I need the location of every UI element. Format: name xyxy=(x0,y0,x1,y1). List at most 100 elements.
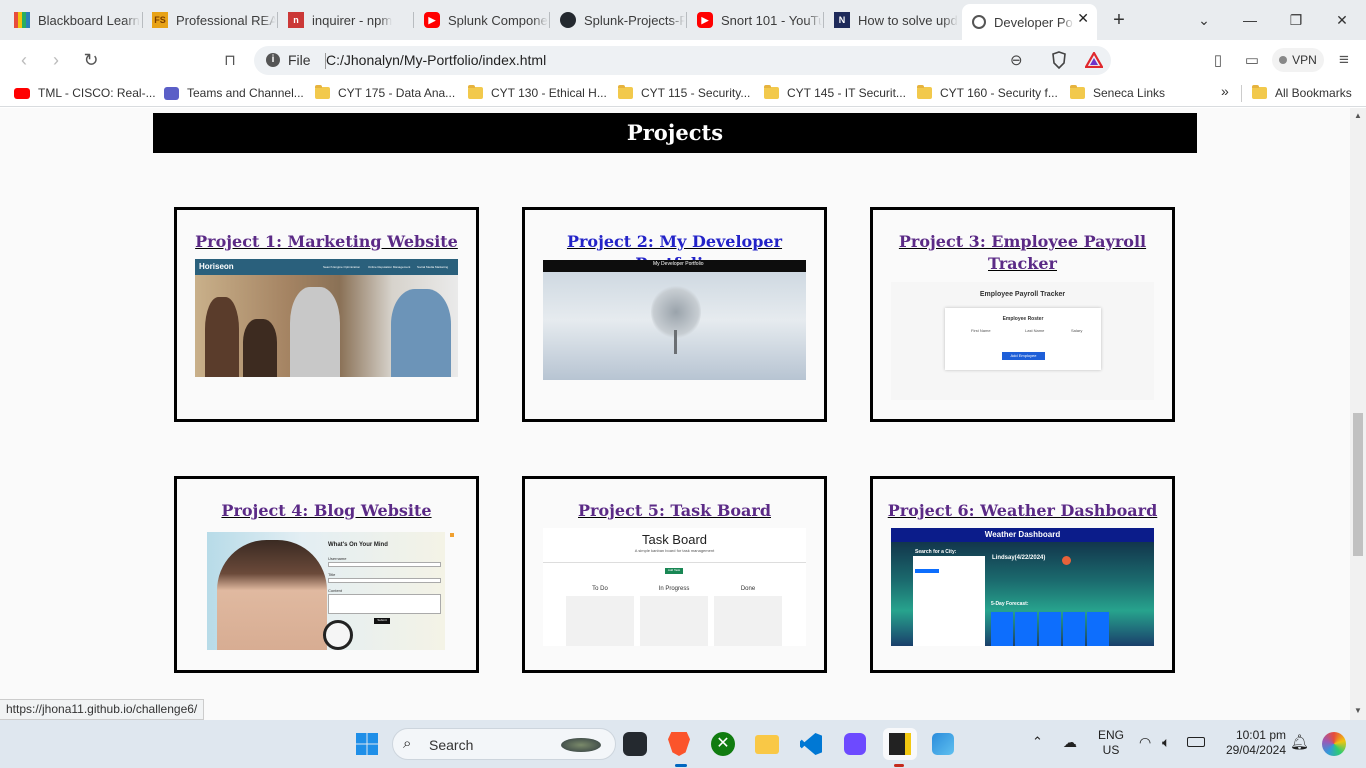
folder-icon xyxy=(1252,85,1267,99)
url-text: C:/Jhonalyn/My-Portfolio/index.html xyxy=(326,52,547,68)
sticky-notes-icon[interactable] xyxy=(883,728,917,760)
payroll-tracker-screenshot[interactable]: Employee Payroll Tracker Employee Roster… xyxy=(891,282,1154,400)
all-bookmarks[interactable]: All Bookmarks xyxy=(1252,85,1352,100)
tab-splunk-projects[interactable]: Splunk-Projects-Portfolio xyxy=(550,6,685,34)
show-hidden-icons-chevron-icon[interactable]: ⌃ xyxy=(1032,734,1043,750)
vpn-button[interactable]: VPN xyxy=(1272,48,1324,72)
folder-icon xyxy=(764,85,779,99)
more-bookmarks-icon[interactable]: » xyxy=(1221,83,1229,99)
bookmark-cyt175[interactable]: CYT 175 - Data Ana... xyxy=(315,85,455,100)
tab-splunk-components[interactable]: ▶ Splunk Components xyxy=(414,6,548,34)
bookmark-cyt145[interactable]: CYT 145 - IT Securit... xyxy=(764,85,906,100)
brave-shields-icon[interactable] xyxy=(1047,48,1071,72)
volume-icon[interactable]: 🔈︎ xyxy=(1162,734,1170,751)
folder-icon xyxy=(618,85,633,99)
bookmark-cyt115[interactable]: CYT 115 - Security... xyxy=(618,85,750,100)
back-button[interactable]: ‹ xyxy=(12,48,36,72)
marketing-website-screenshot[interactable]: Horiseon Search Engine Optimization Onli… xyxy=(195,259,458,377)
brave-rewards-icon[interactable] xyxy=(1082,48,1106,72)
search-icon: ⌕ xyxy=(403,735,412,752)
weather-dashboard-screenshot[interactable]: Weather Dashboard Search for a City: Lin… xyxy=(891,528,1154,646)
projects-heading: Projects xyxy=(153,113,1197,153)
fs-icon: FS xyxy=(152,12,168,28)
tab-inquirer[interactable]: n inquirer - npm xyxy=(278,6,413,34)
youtube-icon: ▶ xyxy=(697,12,713,28)
task-board-screenshot[interactable]: Task Board A simple kanban board for tas… xyxy=(543,528,806,646)
project-5-link[interactable]: Project 5: Task Board xyxy=(578,501,771,520)
scroll-up-arrow-icon[interactable]: ▲ xyxy=(1354,111,1362,120)
blog-website-screenshot[interactable]: What's On Your Mind Username Title Conte… xyxy=(207,532,445,650)
notification-bell-icon[interactable]: 🔔︎ xyxy=(1290,733,1309,751)
photos-icon[interactable] xyxy=(927,728,959,760)
tab-blackboard[interactable]: Blackboard Learn xyxy=(4,6,144,34)
page-scrollbar[interactable]: ▲ ▼ xyxy=(1350,108,1366,720)
xbox-icon[interactable]: ✕ xyxy=(707,728,739,760)
zoom-out-icon[interactable]: ⊖ xyxy=(1010,51,1023,69)
taskbar-search-box[interactable]: ⌕ Search xyxy=(392,728,616,760)
minimize-button[interactable]: — xyxy=(1238,8,1262,32)
wallet-icon[interactable]: ▭ xyxy=(1240,48,1264,72)
address-bar[interactable]: i File C:/Jhonalyn/My-Portfolio/index.ht… xyxy=(254,46,1111,75)
n-icon: N xyxy=(834,12,850,28)
bookmark-seneca[interactable]: Seneca Links xyxy=(1070,85,1165,100)
bookmarks-bar: TML - CISCO: Real-... Teams and Channel.… xyxy=(0,80,1366,107)
globe-icon xyxy=(972,15,986,29)
bookmark-cyt130[interactable]: CYT 130 - Ethical H... xyxy=(468,85,607,100)
project-4-link[interactable]: Project 4: Blog Website xyxy=(221,501,431,520)
new-tab-button[interactable]: + xyxy=(1107,8,1131,32)
brave-browser-icon[interactable] xyxy=(663,728,695,760)
tab-search-chevron-down-icon[interactable]: ⌄ xyxy=(1192,8,1216,32)
vscode-icon[interactable] xyxy=(795,728,827,760)
project-card-2: Project 2: My Developer Portfolio My Dev… xyxy=(522,207,827,422)
menu-icon[interactable]: ≡ xyxy=(1332,48,1356,72)
teams-icon xyxy=(164,86,179,100)
bookmark-cyt160[interactable]: CYT 160 - Security f... xyxy=(917,85,1058,100)
folder-icon xyxy=(1070,85,1085,99)
github-desktop-icon[interactable] xyxy=(619,728,651,760)
bookmark-icon[interactable]: ⊓ xyxy=(218,48,242,72)
system-clock[interactable]: 10:01 pm 29/04/2024 xyxy=(1216,728,1286,758)
npm-icon: n xyxy=(288,12,304,28)
page-viewport: Projects Project 1: Marketing Website Ho… xyxy=(0,108,1350,720)
tab-how-to-solve[interactable]: N How to solve update xyxy=(824,6,958,34)
restore-button[interactable]: ❐ xyxy=(1284,8,1308,32)
project-card-3: Project 3: Employee Payroll Tracker Empl… xyxy=(870,207,1175,422)
tab-strip: Blackboard Learn FS Professional README … xyxy=(0,0,1366,40)
bookmark-tml-cisco[interactable]: TML - CISCO: Real-... xyxy=(14,86,156,100)
folder-icon xyxy=(315,85,330,99)
project-card-5: Project 5: Task Board Task Board A simpl… xyxy=(522,476,827,673)
project-card-1: Project 1: Marketing Website Horiseon Se… xyxy=(174,207,479,422)
project-3-link[interactable]: Project 3: Employee Payroll Tracker xyxy=(899,232,1146,273)
folder-icon xyxy=(468,85,483,99)
onedrive-cloud-icon[interactable]: ☁ xyxy=(1063,734,1077,751)
info-icon[interactable]: i xyxy=(266,53,280,67)
sidebar-icon[interactable]: ▯ xyxy=(1206,48,1230,72)
start-button[interactable] xyxy=(351,728,383,760)
reload-button[interactable]: ↻ xyxy=(79,48,103,72)
bookmark-teams[interactable]: Teams and Channel... xyxy=(164,86,304,100)
scroll-down-arrow-icon[interactable]: ▼ xyxy=(1354,706,1362,715)
wifi-icon[interactable]: ◠ xyxy=(1139,734,1151,751)
tab-readme[interactable]: FS Professional README xyxy=(142,6,276,34)
close-window-button[interactable]: ✕ xyxy=(1330,8,1354,32)
tab-snort[interactable]: ▶ Snort 101 - YouTube xyxy=(687,6,822,34)
input-language-indicator[interactable]: ENG US xyxy=(1094,728,1128,758)
forward-button[interactable]: › xyxy=(44,48,68,72)
battery-icon[interactable] xyxy=(1187,737,1205,747)
windows-logo-icon xyxy=(356,733,378,755)
project-card-4: Project 4: Blog Website What's On Your M… xyxy=(174,476,479,673)
project-6-link[interactable]: Project 6: Weather Dashboard xyxy=(888,501,1158,520)
project-card-6: Project 6: Weather Dashboard Weather Das… xyxy=(870,476,1175,673)
tab-developer-portfolio[interactable]: Developer Portfolio ✕ xyxy=(962,4,1097,40)
status-bar-url: https://jhona11.github.io/challenge6/ xyxy=(0,699,205,720)
copilot-icon[interactable] xyxy=(1322,732,1346,756)
close-tab-icon[interactable]: ✕ xyxy=(1077,10,1089,27)
github-icon xyxy=(560,12,576,28)
project-1-link[interactable]: Project 1: Marketing Website xyxy=(195,232,458,251)
proton-app-icon[interactable] xyxy=(839,728,871,760)
windows-taskbar: ⌕ Search ✕ ⌃ ☁ ENG US ◠ 🔈︎ 10:01 pm 29/0… xyxy=(0,720,1366,768)
search-highlight-image xyxy=(561,738,601,752)
scrollbar-thumb[interactable] xyxy=(1353,413,1363,556)
portfolio-screenshot[interactable]: My Developer Portfolio xyxy=(543,260,806,380)
file-explorer-icon[interactable] xyxy=(751,728,783,760)
